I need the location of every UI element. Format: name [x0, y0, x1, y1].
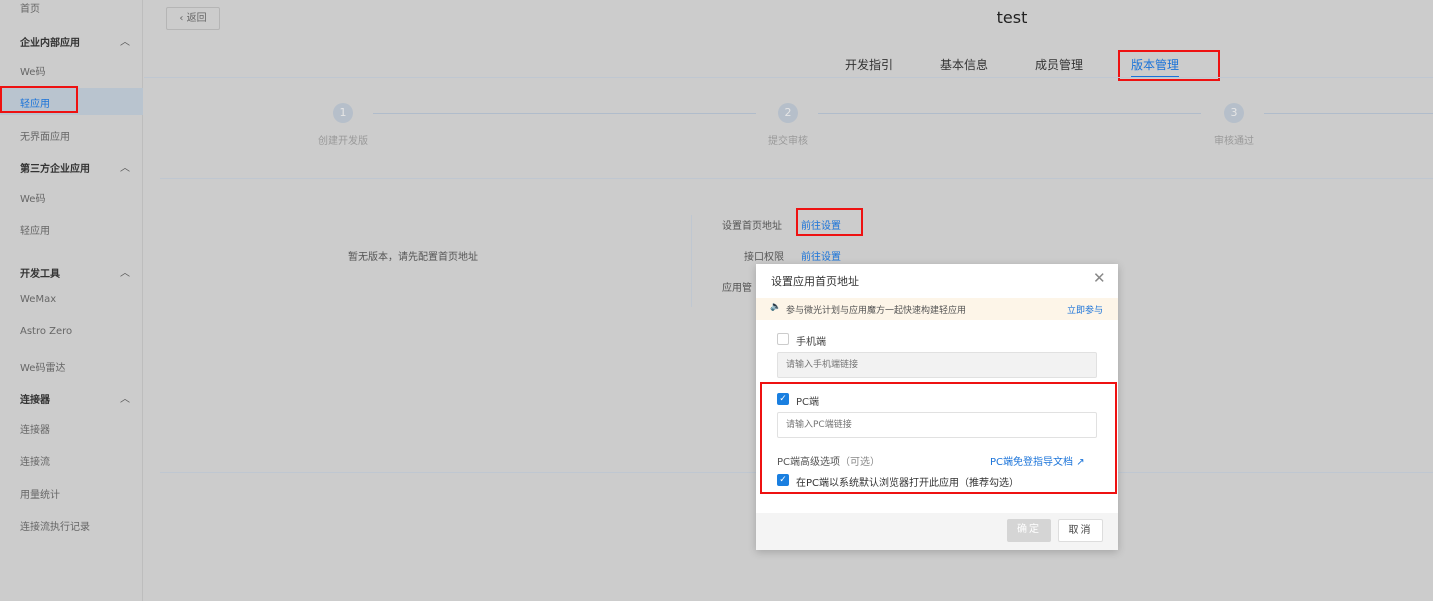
highlight-box [760, 382, 1117, 494]
api-permission-label: 接口权限 [744, 248, 784, 263]
sidebar-group-internal[interactable]: 企业内部应用 [20, 34, 80, 49]
tab-dev-guide[interactable]: 开发指引 [845, 56, 893, 73]
app-management-label: 应用管 [722, 279, 752, 294]
banner-text: 参与微光计划与应用魔方一起快速构建轻应用 [786, 303, 966, 316]
sidebar-group-third-party[interactable]: 第三方企业应用 [20, 160, 90, 175]
chevron-up-icon[interactable]: ︿ [120, 390, 130, 405]
highlight-box [0, 86, 78, 113]
divider [144, 77, 1433, 78]
homepage-setting-label: 设置首页地址 [722, 217, 782, 232]
step-circle: 1 [333, 103, 353, 123]
dialog-title: 设置应用首页地址 [771, 273, 859, 289]
sidebar-item-connector[interactable]: 连接器 [20, 421, 50, 436]
tab-members[interactable]: 成员管理 [1035, 56, 1083, 73]
chevron-up-icon[interactable]: ︿ [120, 33, 130, 48]
speaker-icon: 🔈 [770, 302, 781, 312]
sidebar-item-wemax[interactable]: WeMax [20, 294, 56, 305]
step-line [1264, 113, 1433, 114]
sidebar-item-light-app-3rd[interactable]: 轻应用 [20, 222, 50, 237]
sidebar-item-wecode[interactable]: We码 [20, 63, 45, 78]
vertical-divider [691, 215, 692, 307]
join-now-link[interactable]: 立即参与 [1067, 303, 1103, 316]
back-button[interactable]: ‹ 返回 [166, 7, 220, 30]
back-label: 返回 [187, 13, 207, 24]
step-line [373, 113, 756, 114]
step-circle: 2 [778, 103, 798, 123]
empty-version-text: 暂无版本，请先配置首页地址 [348, 248, 478, 263]
step-label: 提交审核 [768, 132, 808, 147]
close-icon[interactable]: ✕ [1093, 269, 1106, 287]
confirm-button[interactable]: 确定 [1007, 519, 1051, 542]
page-title: test [962, 8, 1062, 27]
sidebar-item-usage[interactable]: 用量统计 [20, 486, 60, 501]
sidebar-group-connectors[interactable]: 连接器 [20, 391, 50, 406]
mobile-label: 手机端 [796, 333, 826, 348]
sidebar-item-astro-zero[interactable]: Astro Zero [20, 326, 72, 337]
sidebar-item-flow[interactable]: 连接流 [20, 453, 50, 468]
dialog-footer: 确定 取消 [756, 513, 1118, 550]
api-permission-link[interactable]: 前往设置 [801, 248, 841, 263]
mobile-url-input[interactable] [777, 352, 1097, 378]
sidebar: 首页 企业内部应用 ︿ We码 轻应用 无界面应用 第三方企业应用 ︿ We码 … [0, 0, 143, 601]
sidebar-item-wecode-3rd[interactable]: We码 [20, 190, 45, 205]
sidebar-item-headless-app[interactable]: 无界面应用 [20, 128, 70, 143]
divider [160, 178, 1433, 179]
step-label: 审核通过 [1214, 132, 1254, 147]
mobile-checkbox[interactable] [777, 333, 789, 345]
sidebar-item-home[interactable]: 首页 [20, 0, 40, 15]
step-line [818, 113, 1201, 114]
step-circle: 3 [1224, 103, 1244, 123]
chevron-up-icon[interactable]: ︿ [120, 159, 130, 174]
highlight-box [796, 208, 863, 236]
chevron-up-icon[interactable]: ︿ [120, 264, 130, 279]
tab-basic-info[interactable]: 基本信息 [940, 56, 988, 73]
sidebar-item-flow-log[interactable]: 连接流执行记录 [20, 518, 90, 533]
promo-banner: 🔈 参与微光计划与应用魔方一起快速构建轻应用 立即参与 [756, 298, 1118, 320]
cancel-button[interactable]: 取消 [1058, 519, 1103, 542]
sidebar-group-dev-tools[interactable]: 开发工具 [20, 265, 60, 280]
sidebar-item-wecode-radar[interactable]: We码雷达 [20, 359, 65, 374]
step-label: 创建开发版 [318, 132, 368, 147]
